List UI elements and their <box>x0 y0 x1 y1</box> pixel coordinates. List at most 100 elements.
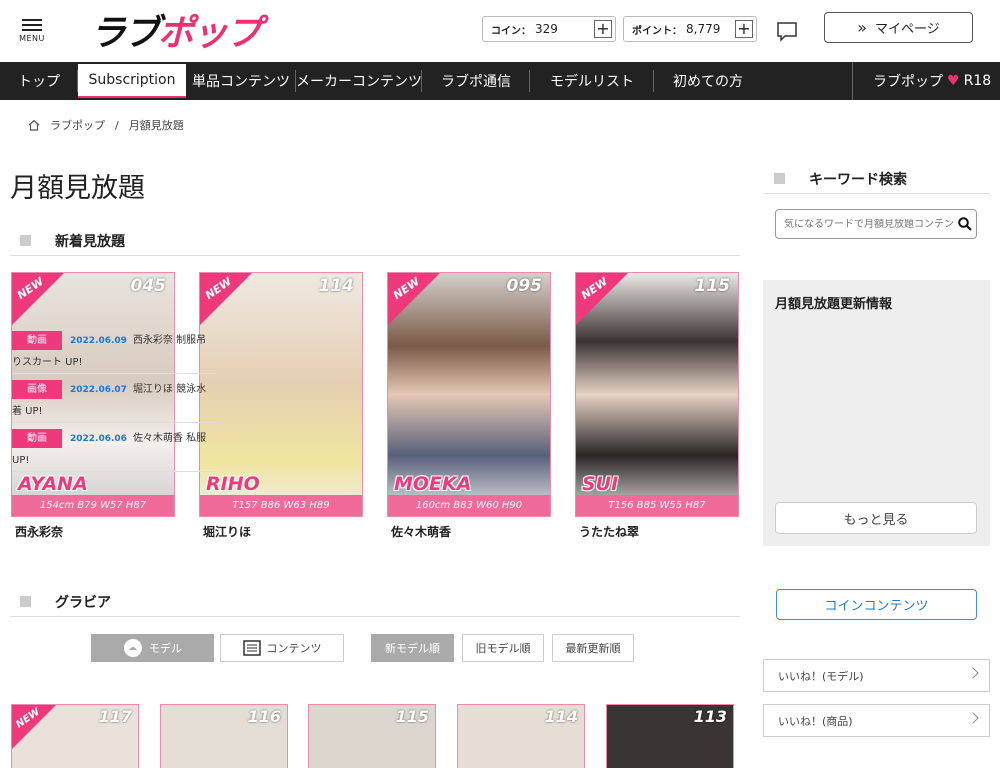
breadcrumb: ラブポップ / 月額見放題 <box>28 117 184 133</box>
sort-old-button[interactable]: 旧モデル順 <box>462 634 544 662</box>
model-icon <box>124 639 142 657</box>
section-square-icon <box>774 173 785 184</box>
search-icon[interactable] <box>954 217 976 231</box>
model-name: SUI <box>582 473 619 495</box>
search-input[interactable] <box>784 218 954 230</box>
keyword-search <box>775 209 977 239</box>
point-label: ポイント： <box>632 25 682 37</box>
hamburger-icon <box>22 19 42 21</box>
filter-label: コンテンツ <box>266 642 322 655</box>
sort-updated-button[interactable]: 最新更新順 <box>552 634 634 662</box>
gravure-number: 114 <box>544 707 578 726</box>
model-card[interactable]: NEW 095 MOEKA 160cm B83 W60 H90 <box>387 272 551 517</box>
mypage-button[interactable]: » マイページ <box>824 12 973 43</box>
add-point-button[interactable]: + <box>735 20 753 38</box>
section-square-icon <box>20 235 31 246</box>
nav-label: モデルリスト <box>550 74 634 90</box>
news-title: 月額見放題更新情報 <box>775 297 893 312</box>
coin-value: 329 <box>535 22 558 36</box>
more-button[interactable]: もっと見る <box>775 502 977 534</box>
chevron-right-icon <box>967 712 979 724</box>
gravure-card[interactable]: 116 <box>160 704 288 768</box>
menu-button[interactable]: MENU <box>18 16 46 43</box>
section-title: グラビア <box>55 594 111 611</box>
nav-maker-contents[interactable]: メーカーコンテンツ <box>296 62 422 100</box>
nav-top[interactable]: トップ <box>0 62 78 100</box>
filter-model-button[interactable]: モデル <box>91 634 214 662</box>
model-stats: T157 B86 W63 H89 <box>200 495 362 516</box>
site-logo[interactable]: ラブ ポップ <box>90 8 262 54</box>
coin-balance: コイン： 329 + <box>482 16 616 42</box>
gravure-card[interactable]: 115 <box>308 704 436 768</box>
double-chevron-icon: » <box>857 18 868 37</box>
nav-label: ラブポ通信 <box>441 74 511 90</box>
gravure-number: 113 <box>693 707 727 726</box>
breadcrumb-separator: / <box>115 118 119 132</box>
chevron-right-icon <box>967 667 979 679</box>
news-date: 2022.06.06 <box>70 434 127 444</box>
section-square-icon <box>20 596 31 607</box>
model-jp-name[interactable]: 西永彩奈 <box>15 523 63 540</box>
message-icon[interactable] <box>776 20 798 42</box>
model-jp-name[interactable]: 堀江りほ <box>203 523 251 540</box>
breadcrumb-home[interactable]: ラブポップ <box>50 117 105 133</box>
model-card[interactable]: NEW 115 SUI T156 B85 W55 H87 <box>575 272 739 517</box>
nav-r18-label: R18 <box>963 73 992 89</box>
gravure-number: 116 <box>247 707 281 726</box>
news-item[interactable]: 画像 2022.06.07 堀江りほ 競泳水着 UP! <box>12 379 216 423</box>
news-item[interactable]: 動画 2022.06.06 佐々木萌香 私服 UP! <box>12 428 216 472</box>
nav-model-list[interactable]: モデルリスト <box>530 62 654 100</box>
coin-contents-button[interactable]: コインコンテンツ <box>776 589 977 620</box>
model-number: 115 <box>694 276 731 296</box>
news-tag: 画像 <box>12 379 62 399</box>
sort-label: 最新更新順 <box>565 642 621 655</box>
hamburger-icon-bar <box>22 29 42 31</box>
nav-first-time[interactable]: 初めての方 <box>654 62 762 100</box>
mypage-label: マイページ <box>875 22 940 37</box>
gravure-card[interactable]: NEW 117 <box>11 704 139 768</box>
nav-single-contents[interactable]: 単品コンテンツ <box>186 62 296 100</box>
point-value: 8,779 <box>686 22 721 36</box>
model-name: RIHO <box>206 473 260 495</box>
like-model-label: いいね！(モデル) <box>778 669 864 683</box>
section-gravure: グラビア <box>10 587 740 617</box>
nav-label: Subscription <box>88 72 176 88</box>
model-name: MOEKA <box>394 473 472 495</box>
nav-r18[interactable]: ラブポップ ♥ R18 <box>852 62 991 100</box>
logo-text-black: ラブ <box>90 13 160 54</box>
model-number: 045 <box>130 276 167 296</box>
nav-subscription[interactable]: Subscription <box>78 64 186 98</box>
sort-label: 新モデル順 <box>385 642 440 655</box>
site-header: MENU ラブ ポップ コイン： 329 + ポイント： 8,779 + » マ… <box>0 0 1000 62</box>
keyword-search-header: キーワード検索 <box>764 164 990 194</box>
nav-lovepo-news[interactable]: ラブポ通信 <box>422 62 530 100</box>
news-item[interactable]: 動画 2022.06.09 西永彩奈 制服吊りスカート UP! <box>12 330 216 374</box>
model-name: AYANA <box>18 473 88 495</box>
filter-contents-button[interactable]: コンテンツ <box>220 634 344 662</box>
model-jp-name[interactable]: 佐々木萌香 <box>391 523 451 540</box>
page-title: 月額見放題 <box>10 173 145 204</box>
logo-text-pink: ポップ <box>158 13 262 54</box>
model-jp-name[interactable]: うたたね翠 <box>579 523 639 540</box>
list-icon <box>242 640 261 656</box>
section-title: キーワード検索 <box>809 171 907 188</box>
breadcrumb-current: 月額見放題 <box>128 119 184 132</box>
news-date: 2022.06.09 <box>70 336 127 346</box>
model-stats: 160cm B83 W60 H90 <box>388 495 550 516</box>
add-coin-button[interactable]: + <box>594 20 612 38</box>
like-model-button[interactable]: いいね！(モデル) <box>763 659 990 692</box>
model-stats: T156 B85 W55 H87 <box>576 495 738 516</box>
model-card[interactable]: NEW 114 RIHO T157 B86 W63 H89 <box>199 272 363 517</box>
home-icon[interactable] <box>28 119 40 131</box>
model-stats: 154cm B79 W57 H87 <box>12 495 174 516</box>
gravure-card[interactable]: 113 <box>606 704 734 768</box>
sort-new-button[interactable]: 新モデル順 <box>371 634 454 662</box>
like-item-label: いいね！(商品) <box>778 714 853 728</box>
point-balance: ポイント： 8,779 + <box>623 16 757 42</box>
like-item-button[interactable]: いいね！(商品) <box>763 704 990 737</box>
news-tag: 動画 <box>12 330 62 350</box>
news-tag: 動画 <box>12 428 62 448</box>
nav-right-label: ラブポップ <box>873 74 943 90</box>
gravure-card[interactable]: 114 <box>457 704 585 768</box>
sort-label: 旧モデル順 <box>475 642 531 655</box>
